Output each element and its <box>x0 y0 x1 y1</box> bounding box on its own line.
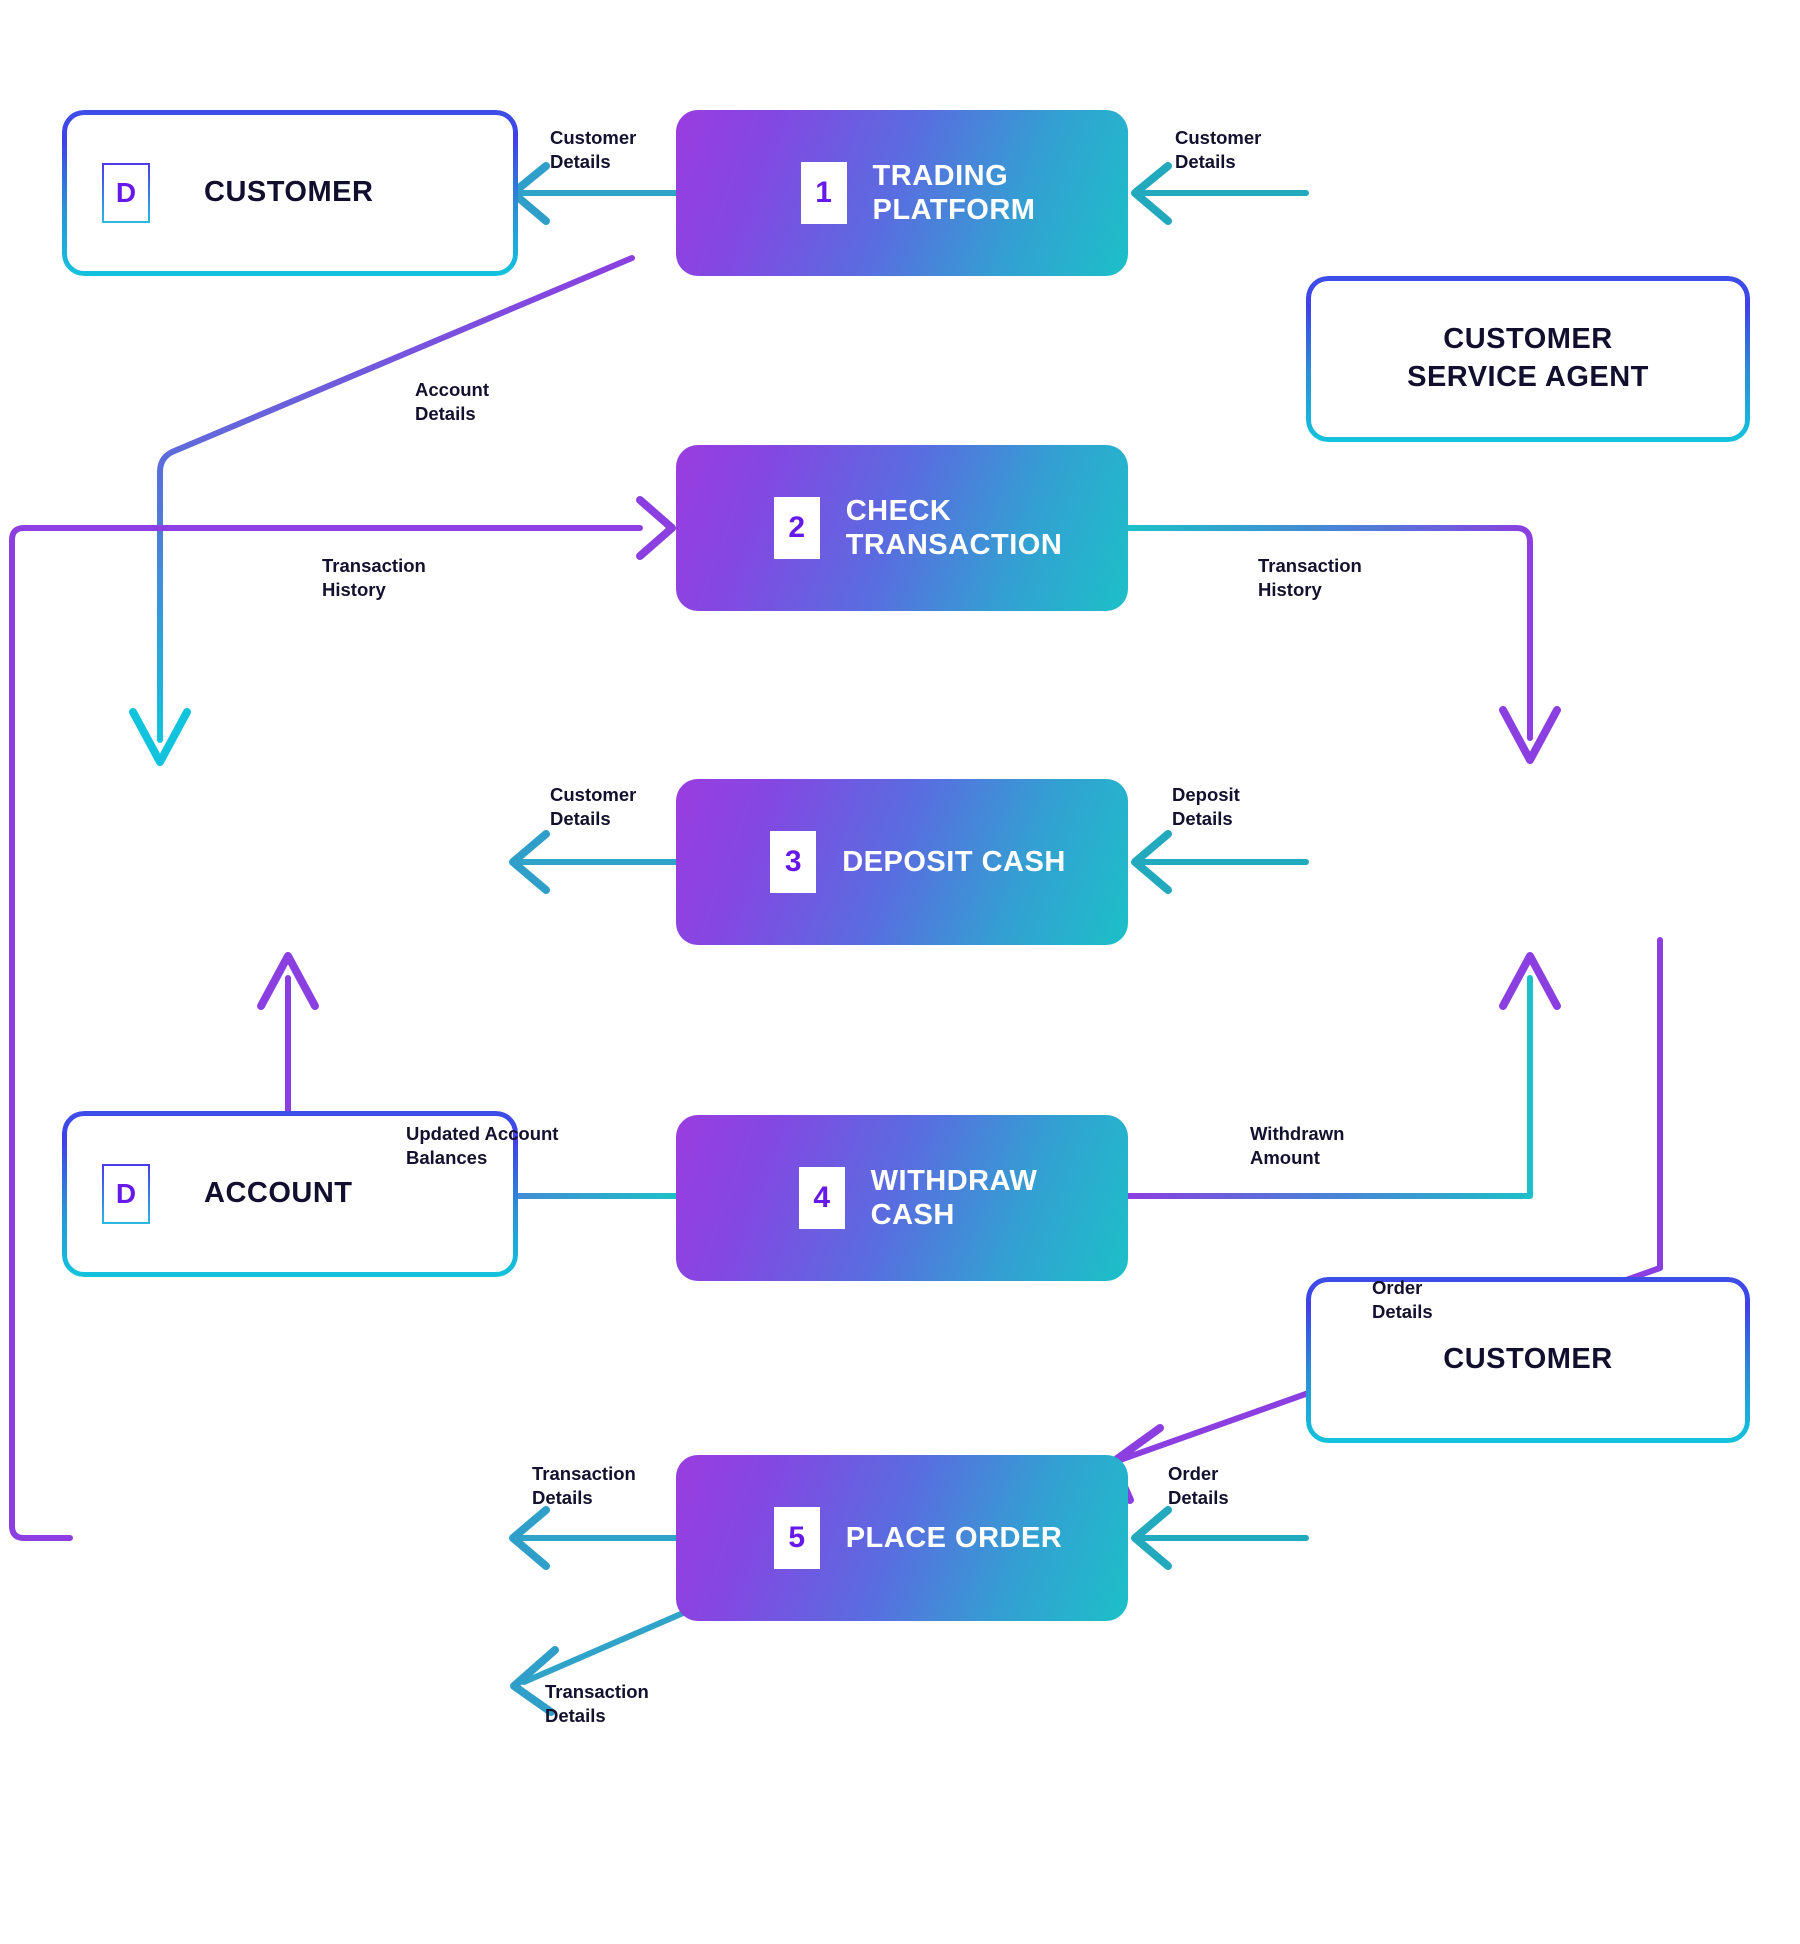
process-check-transaction[interactable]: 2 CHECK TRANSACTION <box>676 445 1128 611</box>
process-deposit-cash-label: DEPOSIT CASH <box>842 845 1066 878</box>
process-deposit-cash[interactable]: 3 DEPOSIT CASH <box>676 779 1128 945</box>
flow-label-transaction-history-1: Transaction History <box>322 555 426 600</box>
process-place-order-label: PLACE ORDER <box>845 1521 1063 1554</box>
flow-label-customer-details-2: Customer Details <box>1175 127 1262 172</box>
flow-label-customer-details-1: Customer Details <box>550 127 637 172</box>
process-number-1: 1 <box>800 162 847 224</box>
process-number-5: 5 <box>773 1507 820 1569</box>
data-store-customer-label: CUSTOMER <box>204 176 374 209</box>
flow-label-account-details: Account Details <box>415 379 489 424</box>
process-withdraw-cash-label: WITHDRAW CASH <box>870 1164 1038 1231</box>
process-number-2: 2 <box>773 497 820 559</box>
data-store-customer-inner: D CUSTOMER <box>62 110 518 276</box>
data-store-icon: D <box>102 1164 150 1224</box>
dfd-canvas: D CUSTOMER 1 TRADING PLATFORM CUSTOMER S… <box>0 0 1800 1944</box>
process-number-4: 4 <box>798 1167 845 1229</box>
data-store-customer[interactable]: D CUSTOMER <box>62 110 518 276</box>
process-trading-platform[interactable]: 1 TRADING PLATFORM <box>676 110 1128 276</box>
entity-customer-service-agent-label: CUSTOMER SERVICE AGENT <box>1407 323 1649 393</box>
flow-label-transaction-details-2: Transaction Details <box>545 1681 649 1726</box>
flow-label-transaction-history-2: Transaction History <box>1258 555 1362 600</box>
process-check-transaction-label: CHECK TRANSACTION <box>845 494 1063 561</box>
process-withdraw-cash[interactable]: 4 WITHDRAW CASH <box>676 1115 1128 1281</box>
entity-customer-service-agent-inner: CUSTOMER SERVICE AGENT <box>1306 276 1750 442</box>
process-number-3: 3 <box>770 831 817 893</box>
data-store-icon: D <box>102 163 150 223</box>
flow-label-order-details-1: Order Details <box>1372 1277 1433 1322</box>
flow-label-withdrawn-amount: Withdrawn Amount <box>1250 1123 1345 1168</box>
flow-label-updated-account-balances: Updated Account Balances <box>406 1123 559 1168</box>
flow-label-transaction-details-1: Transaction Details <box>532 1463 636 1508</box>
flow-label-order-details-2: Order Details <box>1168 1463 1229 1508</box>
entity-customer-label: CUSTOMER <box>1443 1343 1613 1376</box>
flow-label-customer-details-3: Customer Details <box>550 784 637 829</box>
flow-label-deposit-details: Deposit Details <box>1172 784 1240 829</box>
entity-customer-service-agent[interactable]: CUSTOMER SERVICE AGENT <box>1306 276 1750 442</box>
process-trading-platform-label: TRADING PLATFORM <box>872 159 1036 226</box>
data-store-account-label: ACCOUNT <box>204 1177 353 1210</box>
process-place-order[interactable]: 5 PLACE ORDER <box>676 1455 1128 1621</box>
